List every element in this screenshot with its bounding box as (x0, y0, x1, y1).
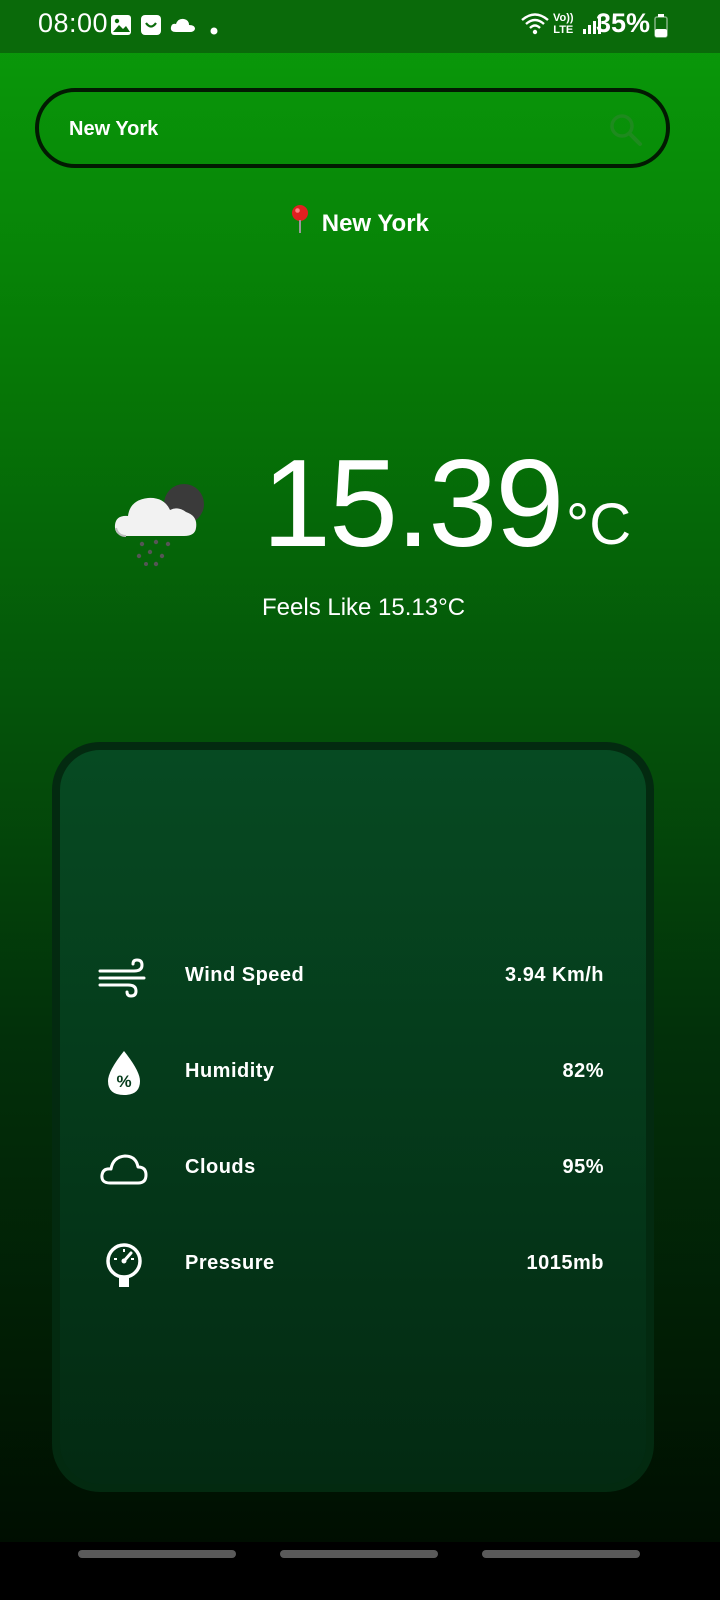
feels-like-text: Feels Like 15.13°C (262, 594, 466, 621)
navigation-bar (0, 1542, 720, 1600)
wind-icon (98, 951, 150, 1003)
svg-text:%: % (116, 1072, 131, 1091)
weather-details-card: Wind Speed 3.94 Km/h % Humidity 82% Clou… (52, 742, 654, 1492)
search-bar[interactable] (35, 88, 670, 168)
detail-value: 3.94 Km/h (505, 964, 604, 986)
humidity-drop-icon: % (98, 1047, 150, 1099)
gallery-icon (110, 14, 132, 41)
temperature-unit: °C (566, 492, 632, 557)
pressure-gauge-icon (98, 1239, 150, 1291)
cloud-outline-icon (98, 1143, 150, 1195)
nav-recents-button[interactable] (78, 1550, 236, 1558)
status-time: 08:00 (38, 8, 109, 38)
battery-percent: 35% (595, 8, 650, 38)
dot-icon (210, 22, 218, 40)
detail-row-clouds: Clouds 95% (60, 1138, 662, 1198)
location-label: New York (0, 204, 720, 241)
detail-label: Pressure (185, 1252, 275, 1274)
detail-label: Humidity (185, 1060, 275, 1082)
city-name: New York (321, 210, 429, 237)
status-bar: 08:00 Vo)) LTE 35% (0, 0, 720, 53)
cloud-icon (170, 17, 196, 38)
detail-value: 82% (562, 1060, 604, 1082)
detail-row-humidity: % Humidity 82% (60, 1042, 662, 1102)
detail-label: Wind Speed (185, 964, 305, 986)
detail-row-wind: Wind Speed 3.94 Km/h (60, 946, 662, 1006)
nav-back-button[interactable] (482, 1550, 640, 1558)
store-bag-icon (140, 14, 162, 41)
network-type: Vo)) LTE (553, 12, 574, 36)
pin-icon (291, 204, 309, 241)
detail-value: 95% (562, 1156, 604, 1178)
battery-icon (654, 14, 668, 43)
search-icon[interactable] (608, 112, 644, 148)
search-input[interactable] (69, 110, 589, 148)
temperature-value: 15.39 (262, 435, 564, 573)
cloud-rain-night-icon (112, 478, 212, 570)
detail-label: Clouds (185, 1156, 256, 1178)
detail-value: 1015mb (526, 1252, 604, 1274)
nav-home-button[interactable] (280, 1550, 438, 1558)
wifi-icon (520, 12, 550, 41)
detail-row-pressure: Pressure 1015mb (60, 1234, 662, 1294)
